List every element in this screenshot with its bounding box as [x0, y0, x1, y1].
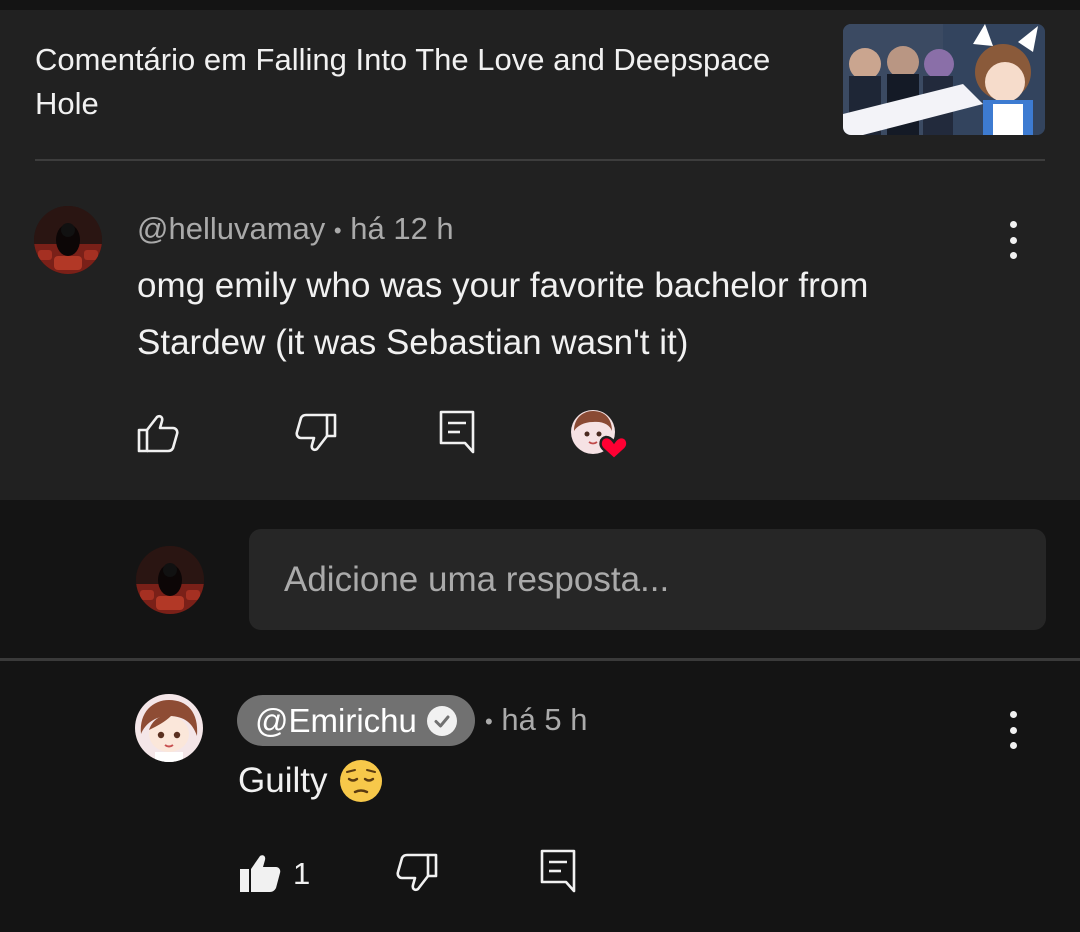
own-avatar[interactable]: [136, 546, 204, 614]
reply-author-avatar[interactable]: [135, 694, 203, 762]
dislike-icon[interactable]: [396, 853, 438, 893]
comment-time[interactable]: há 12 h: [350, 211, 453, 246]
video-thumbnail[interactable]: [843, 24, 1045, 135]
reply-time[interactable]: há 5 h: [501, 702, 587, 737]
avatar-image: [34, 206, 102, 274]
comment-text: omg emily who was your favorite bachelor…: [137, 266, 869, 362]
context-title[interactable]: Comentário em Falling Into The Love and …: [35, 38, 835, 126]
creator-heart-icon: [571, 410, 629, 461]
meta-separator: •: [333, 217, 342, 243]
comment-author[interactable]: @helluvamay: [137, 211, 325, 246]
pensive-face-emoji: [340, 759, 383, 802]
commenter-avatar[interactable]: [34, 206, 102, 274]
verified-check-icon: [426, 705, 457, 736]
reply-text: Guilty: [238, 761, 328, 800]
more-vert-icon[interactable]: [1007, 221, 1019, 259]
thumbnail-image: [843, 24, 1045, 135]
like-icon[interactable]: [137, 413, 179, 453]
like-filled-icon[interactable]: [239, 853, 281, 893]
status-strip: [0, 0, 1080, 10]
reply-author-badge[interactable]: @Emirichu: [237, 695, 475, 746]
reply-meta: • há 5 h: [485, 702, 588, 738]
section-divider: [35, 159, 1045, 161]
reply-like-count: 1: [293, 856, 311, 891]
comment-meta: @helluvamay • há 12 h: [137, 211, 454, 247]
dislike-icon[interactable]: [295, 413, 337, 453]
reply-input[interactable]: Adicione uma resposta...: [249, 529, 1046, 630]
more-vert-icon[interactable]: [1007, 711, 1019, 749]
meta-separator: •: [485, 708, 493, 734]
reply-icon[interactable]: [540, 849, 576, 893]
avatar-image: [135, 694, 203, 762]
reply-icon[interactable]: [439, 410, 475, 454]
reply-author: @Emirichu: [255, 701, 417, 739]
avatar-image: [136, 546, 204, 614]
reply-text-row: Guilty: [238, 752, 383, 809]
